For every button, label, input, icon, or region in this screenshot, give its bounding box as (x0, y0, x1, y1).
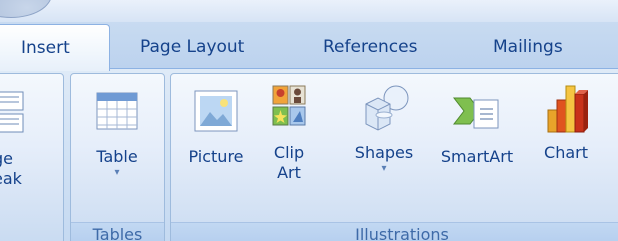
ribbon-tab-row: Insert Page Layout References Mailings (0, 22, 618, 71)
tab-insert[interactable]: Insert (0, 24, 110, 71)
page-break-label-line1: ge (0, 149, 13, 168)
table-dropdown-arrow-icon: ▾ (114, 167, 120, 178)
shapes-dropdown-arrow-icon: ▾ (381, 163, 387, 174)
clip-art-button[interactable]: Clip Art (263, 82, 315, 183)
picture-button-label: Picture (188, 147, 244, 166)
tab-references[interactable]: References (323, 37, 417, 57)
chart-button-label: Chart (544, 143, 588, 162)
office-button[interactable] (0, 0, 52, 18)
page-break-button[interactable]: ge eak (0, 88, 41, 189)
clip-art-label-line1: Clip (273, 143, 305, 162)
shapes-button[interactable]: Shapes ▾ (351, 80, 417, 175)
shapes-button-label: Shapes (354, 143, 414, 162)
shapes-icon (365, 85, 409, 131)
picture-button[interactable]: Picture (183, 88, 249, 167)
tab-page-layout[interactable]: Page Layout (140, 37, 244, 57)
group-label-illustrations: Illustrations (171, 222, 618, 241)
word-ribbon-screenshot: Insert Page Layout References Mailings g… (0, 0, 618, 241)
smartart-button-label: SmartArt (440, 147, 514, 166)
table-button[interactable]: Table ▾ (85, 90, 149, 179)
title-strip (0, 0, 618, 22)
tab-insert-label: Insert (21, 38, 70, 58)
chart-button[interactable]: Chart (533, 80, 599, 163)
table-icon (96, 92, 138, 130)
group-illustrations: Picture Clip Art Shapes ▾ SmartArt Chart… (170, 73, 618, 241)
group-tables: Table ▾ Tables (70, 73, 165, 241)
group-pages: ge eak (0, 73, 64, 241)
page-break-icon (0, 91, 24, 133)
page-break-label-line2: eak (0, 169, 22, 188)
clip-art-icon (272, 85, 306, 126)
ribbon-body: ge eak Table ▾ Tables (0, 68, 618, 241)
group-label-tables: Tables (71, 222, 164, 241)
clip-art-label-line2: Art (277, 163, 301, 182)
chart-icon (547, 85, 588, 133)
smartart-button[interactable]: SmartArt (433, 88, 521, 167)
tab-mailings[interactable]: Mailings (493, 37, 563, 57)
picture-icon (194, 90, 238, 132)
table-button-label: Table (96, 147, 138, 166)
smartart-icon (452, 97, 499, 129)
